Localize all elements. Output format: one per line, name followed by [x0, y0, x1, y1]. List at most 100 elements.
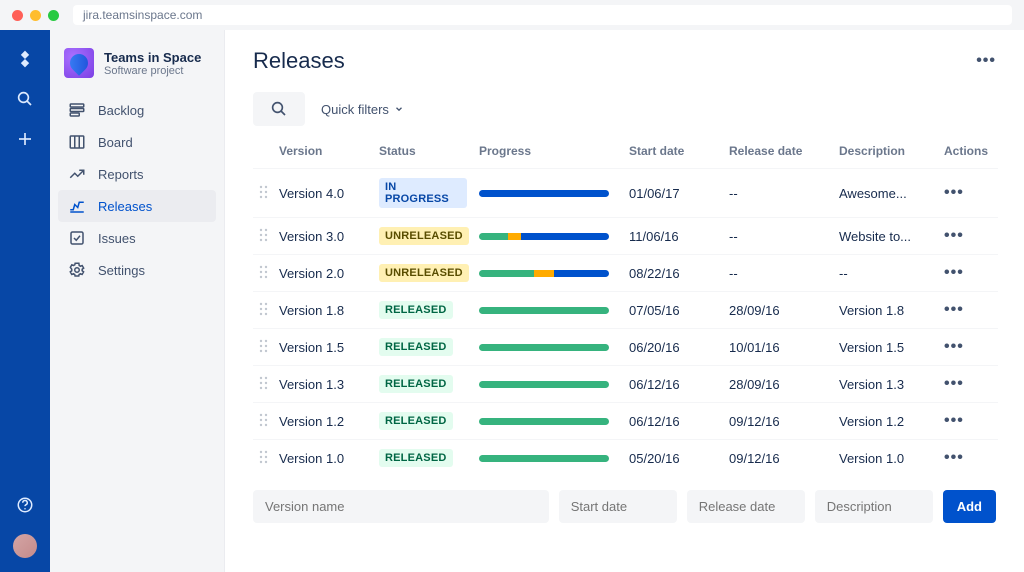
- sidebar-item-releases[interactable]: Releases: [58, 190, 216, 222]
- col-release-date[interactable]: Release date: [723, 136, 833, 169]
- project-name: Teams in Space: [104, 50, 201, 65]
- sidebar-item-label: Settings: [98, 263, 145, 278]
- col-start-date[interactable]: Start date: [623, 136, 723, 169]
- table-row[interactable]: Version 1.8RELEASED07/05/1628/09/16Versi…: [253, 292, 998, 329]
- sidebar-item-issues[interactable]: Issues: [58, 222, 216, 254]
- drag-handle-icon[interactable]: [253, 169, 273, 218]
- release-date: --: [729, 266, 738, 281]
- version-name[interactable]: Version 1.5: [279, 340, 344, 355]
- release-description: Version 1.0: [839, 451, 904, 466]
- drag-handle-icon[interactable]: [253, 403, 273, 440]
- row-more-actions[interactable]: •••: [944, 227, 964, 244]
- jira-logo-icon[interactable]: [14, 48, 36, 70]
- progress-bar: [479, 307, 609, 314]
- row-more-actions[interactable]: •••: [944, 449, 964, 466]
- reports-icon: [68, 165, 86, 183]
- close-window-button[interactable]: [12, 10, 23, 21]
- row-more-actions[interactable]: •••: [944, 412, 964, 429]
- table-row[interactable]: Version 4.0IN PROGRESS01/06/17--Awesome.…: [253, 169, 998, 218]
- start-date: 06/20/16: [629, 340, 680, 355]
- col-version[interactable]: Version: [273, 136, 373, 169]
- sidebar-item-settings[interactable]: Settings: [58, 254, 216, 286]
- issues-icon: [68, 229, 86, 247]
- progress-bar: [479, 190, 609, 197]
- version-name[interactable]: Version 1.2: [279, 414, 344, 429]
- add-release-button[interactable]: Add: [943, 490, 996, 523]
- backlog-icon: [68, 101, 86, 119]
- page-title: Releases: [253, 48, 345, 74]
- start-date: 06/12/16: [629, 414, 680, 429]
- release-description: Version 1.2: [839, 414, 904, 429]
- release-description: Awesome...: [839, 186, 907, 201]
- page-more-actions[interactable]: •••: [976, 52, 996, 70]
- progress-bar: [479, 344, 609, 351]
- version-name[interactable]: Version 3.0: [279, 229, 344, 244]
- start-date: 01/06/17: [629, 186, 680, 201]
- sidebar-item-reports[interactable]: Reports: [58, 158, 216, 190]
- drag-handle-icon[interactable]: [253, 366, 273, 403]
- quick-filters-dropdown[interactable]: Quick filters: [321, 102, 404, 117]
- release-date: --: [729, 186, 738, 201]
- drag-handle-icon[interactable]: [253, 329, 273, 366]
- table-row[interactable]: Version 1.0RELEASED05/20/1609/12/16Versi…: [253, 440, 998, 477]
- status-badge: UNRELEASED: [379, 227, 469, 245]
- version-name[interactable]: Version 1.3: [279, 377, 344, 392]
- table-row[interactable]: Version 1.5RELEASED06/20/1610/01/16Versi…: [253, 329, 998, 366]
- url-bar[interactable]: jira.teamsinspace.com: [73, 5, 1012, 25]
- releases-search-button[interactable]: [253, 92, 305, 126]
- release-description: Website to...: [839, 229, 911, 244]
- help-icon[interactable]: [14, 494, 36, 516]
- release-description: Version 1.8: [839, 303, 904, 318]
- table-row[interactable]: Version 1.3RELEASED06/12/1628/09/16Versi…: [253, 366, 998, 403]
- row-more-actions[interactable]: •••: [944, 184, 964, 201]
- table-row[interactable]: Version 3.0UNRELEASED11/06/16--Website t…: [253, 218, 998, 255]
- col-description[interactable]: Description: [833, 136, 938, 169]
- row-more-actions[interactable]: •••: [944, 338, 964, 355]
- add-version-name-input[interactable]: [253, 490, 549, 523]
- create-icon[interactable]: [14, 128, 36, 150]
- col-status[interactable]: Status: [373, 136, 473, 169]
- minimize-window-button[interactable]: [30, 10, 41, 21]
- status-badge: RELEASED: [379, 338, 453, 356]
- version-name[interactable]: Version 2.0: [279, 266, 344, 281]
- search-icon[interactable]: [14, 88, 36, 110]
- start-date: 07/05/16: [629, 303, 680, 318]
- release-date: --: [729, 229, 738, 244]
- row-more-actions[interactable]: •••: [944, 264, 964, 281]
- sidebar-item-backlog[interactable]: Backlog: [58, 94, 216, 126]
- version-name[interactable]: Version 1.8: [279, 303, 344, 318]
- project-avatar-icon: [64, 48, 94, 78]
- project-header[interactable]: Teams in Space Software project: [58, 48, 216, 94]
- drag-handle-icon[interactable]: [253, 218, 273, 255]
- release-description: Version 1.5: [839, 340, 904, 355]
- row-more-actions[interactable]: •••: [944, 301, 964, 318]
- col-progress[interactable]: Progress: [473, 136, 623, 169]
- version-name[interactable]: Version 4.0: [279, 186, 344, 201]
- version-name[interactable]: Version 1.0: [279, 451, 344, 466]
- col-actions: Actions: [938, 136, 998, 169]
- add-description-input[interactable]: [815, 490, 933, 523]
- sidebar-item-board[interactable]: Board: [58, 126, 216, 158]
- drag-handle-icon[interactable]: [253, 440, 273, 477]
- user-avatar[interactable]: [13, 534, 37, 558]
- maximize-window-button[interactable]: [48, 10, 59, 21]
- search-icon: [270, 100, 288, 118]
- add-start-date-input[interactable]: [559, 490, 677, 523]
- release-date: 28/09/16: [729, 303, 780, 318]
- drag-handle-icon[interactable]: [253, 255, 273, 292]
- row-more-actions[interactable]: •••: [944, 375, 964, 392]
- status-badge: RELEASED: [379, 375, 453, 393]
- quick-filters-label: Quick filters: [321, 102, 389, 117]
- drag-handle-icon[interactable]: [253, 292, 273, 329]
- sidebar-item-label: Releases: [98, 199, 152, 214]
- browser-chrome: jira.teamsinspace.com: [0, 0, 1024, 30]
- sidebar-item-label: Reports: [98, 167, 144, 182]
- sidebar-item-label: Backlog: [98, 103, 144, 118]
- add-release-date-input[interactable]: [687, 490, 805, 523]
- progress-bar: [479, 381, 609, 388]
- table-row[interactable]: Version 1.2RELEASED06/12/1609/12/16Versi…: [253, 403, 998, 440]
- table-row[interactable]: Version 2.0UNRELEASED08/22/16----•••: [253, 255, 998, 292]
- board-icon: [68, 133, 86, 151]
- sidebar-item-label: Board: [98, 135, 133, 150]
- status-badge: RELEASED: [379, 412, 453, 430]
